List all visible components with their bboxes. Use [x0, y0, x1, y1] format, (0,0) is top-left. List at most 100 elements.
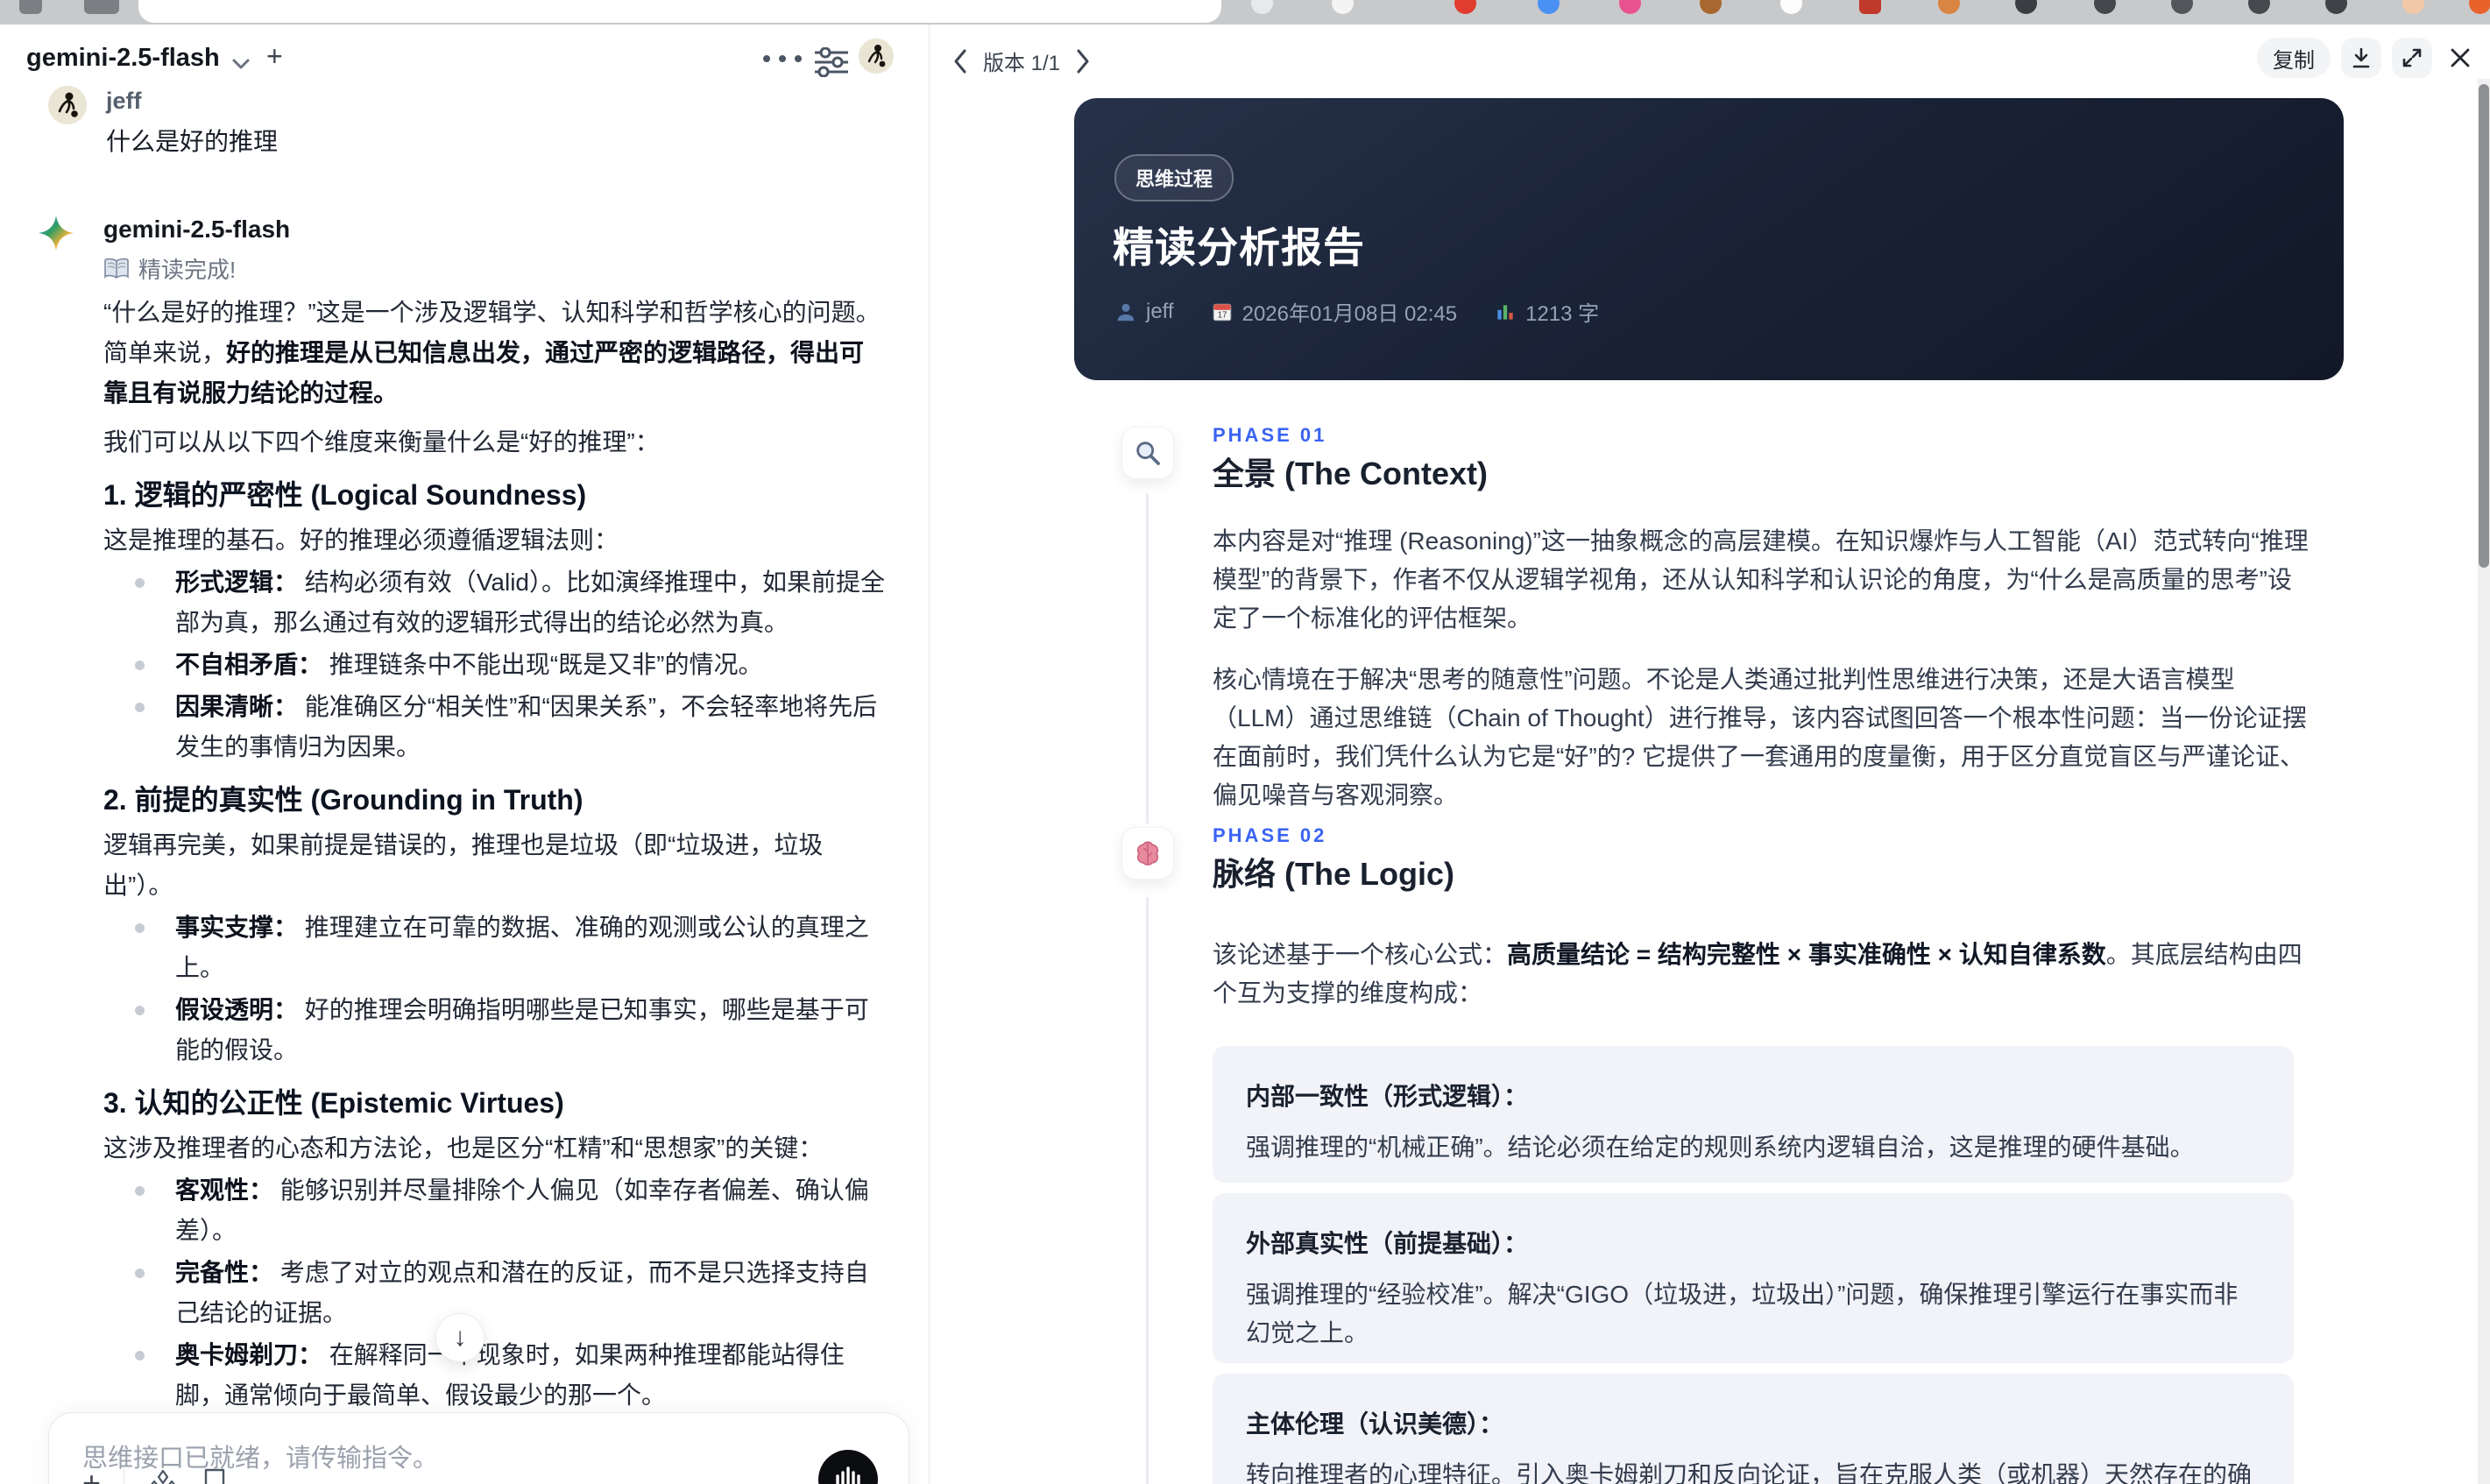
extension-flame-icon[interactable]	[2469, 0, 2490, 14]
chevron-right-icon[interactable]	[1074, 48, 1092, 74]
report-word-count: 1213 字	[1494, 296, 1599, 327]
phase-2-label: PHASE 02	[1213, 824, 1327, 846]
extension-pink-icon[interactable]	[1619, 0, 1641, 14]
card-title: 主体伦理（认识美德）：	[1246, 1410, 1504, 1438]
user-message-text: 什么是好的推理	[106, 128, 279, 155]
phase-1-title: 全景 (The Context)	[1213, 456, 1488, 491]
assistant-status-text: 精读完成!	[138, 257, 237, 283]
report-toolbar: 复制	[2257, 38, 2478, 78]
more-options-icon[interactable]	[760, 53, 804, 65]
phase-1-body: 本内容是对“推理 (Reasoning)”这一抽象概念的高层建模。在知识爆炸与人…	[1213, 527, 2309, 809]
bar-chart-icon	[1497, 304, 1513, 320]
brain-icon	[1136, 841, 1159, 866]
extension-icon[interactable]	[1251, 0, 1273, 14]
person-icon	[1117, 303, 1135, 321]
section-heading-3: 3. 认知的公正性 (Epistemic Virtues)	[103, 1087, 564, 1119]
chat-panel: gemini-2.5-flash + jeff 什么是好的推理 gemini-2…	[0, 25, 930, 1484]
extension-mask-icon[interactable]	[1332, 0, 1354, 14]
report-panel: 版本 1/1 复制 思维过程 精读分析报告 jeff 17 2026年01月08…	[930, 25, 2490, 1484]
bullet-dot-icon	[135, 1006, 145, 1015]
assistant-message-author: gemini-2.5-flash	[103, 216, 291, 243]
copy-button[interactable]: 复制	[2257, 38, 2331, 78]
bullet-dot-icon	[135, 1268, 145, 1278]
intro-paragraph: “什么是好的推理？”这是一个涉及逻辑学、认知科学和哲学核心的问题。简单来说，好的…	[103, 299, 881, 406]
bookmark-icon[interactable]	[202, 1467, 228, 1484]
extension-pen-icon[interactable]	[2171, 0, 2193, 14]
waveform-icon	[836, 1466, 860, 1484]
logic-card-2: 外部真实性（前提基础）： 强调推理的“经验校准”。解决“GIGO（垃圾进，垃圾出…	[1213, 1193, 2294, 1363]
extension-split-icon[interactable]	[2094, 0, 2116, 14]
section-heading-2: 2. 前提的真实性 (Grounding in Truth)	[103, 784, 584, 816]
report-date: 17 2026年01月08日 02:45	[1211, 296, 1457, 327]
expand-icon	[2402, 48, 2422, 67]
card-title: 内部一致性（形式逻辑）：	[1246, 1083, 1529, 1110]
chevron-left-icon[interactable]	[951, 48, 969, 74]
bullet-dot-icon	[135, 578, 145, 588]
card-title: 外部真实性（前提基础）：	[1246, 1230, 1529, 1257]
settings-sliders-icon[interactable]	[813, 47, 850, 77]
logic-card-3: 主体伦理（认识美德）： 转向推理者的心理特征。引入奥卡姆剃刀和反向论证，旨在克服…	[1213, 1374, 2294, 1484]
user-message-author: jeff	[106, 88, 142, 114]
browser-apps-grid-icon	[84, 0, 119, 14]
extension-clock-icon[interactable]	[2248, 0, 2270, 14]
list-item: 完备性： 考虑了对立的观点和潜在的反证，而不是只选择支持自己结论的证据。	[103, 1253, 886, 1333]
extension-sphere-icon[interactable]	[1700, 0, 1722, 14]
phase-1-label: PHASE 01	[1213, 424, 1327, 446]
extension-orange-sphere-icon[interactable]	[1938, 0, 1960, 14]
report-document: 思维过程 精读分析报告 jeff 17 2026年01月08日 02:45 12…	[1074, 98, 2344, 1484]
card-text: 强调推理的“机械正确”。结论必须在给定的规则系统内逻辑自洽，这是推理的硬件基础。	[1246, 1134, 2195, 1161]
model-selector[interactable]: gemini-2.5-flash	[26, 44, 220, 73]
bullet-dot-icon	[135, 1351, 145, 1360]
calendar-icon: 17	[1213, 303, 1231, 321]
timeline-connector	[1146, 897, 1149, 1484]
version-nav: 版本 1/1	[951, 46, 1092, 76]
list-item: 因果清晰： 能准确区分“相关性”和“因果关系”，不会轻率地将先后发生的事情归为因…	[103, 687, 886, 767]
phase-2-icon-box	[1121, 827, 1174, 880]
user-avatar[interactable]	[859, 39, 894, 74]
new-chat-button[interactable]: +	[266, 40, 283, 73]
extension-shield-icon[interactable]	[1454, 0, 1476, 14]
card-text: 转向推理者的心理特征。引入奥卡姆剃刀和反向论证，旨在克服人类（或机器）天然存在的…	[1246, 1461, 2253, 1484]
bullet-dot-icon	[135, 661, 145, 670]
download-button[interactable]	[2341, 38, 2381, 78]
sparkle-diamonds-icon[interactable]	[147, 1467, 179, 1484]
scrollbar-thumb[interactable]	[2479, 84, 2489, 568]
svg-text:17: 17	[1217, 310, 1227, 320]
address-bar[interactable]	[138, 0, 1221, 23]
close-icon	[2451, 48, 2470, 67]
section-lead-3: 这涉及推理者的心态和方法论，也是区分“杠精”和“思想家”的关键：	[103, 1134, 824, 1162]
extension-grid-icon[interactable]	[2325, 0, 2347, 14]
assistant-status: 精读完成!	[103, 252, 236, 285]
list-item: 假设透明： 好的推理会明确指明哪些是已知事实，哪些是基于可能的假设。	[103, 990, 886, 1071]
bullet-dot-icon	[135, 1186, 145, 1196]
report-meta: jeff 17 2026年01月08日 02:45 1213 字	[1114, 296, 1599, 327]
chevron-down-icon[interactable]	[230, 56, 252, 72]
extension-panda-icon[interactable]	[1780, 0, 1802, 14]
message-composer[interactable]: 思维接口已就绪，请传输指令。 +	[48, 1412, 909, 1484]
download-icon	[2352, 47, 2370, 68]
extension-blue-icon[interactable]	[1538, 0, 1560, 14]
report-title: 精读分析报告	[1113, 224, 1365, 271]
voice-input-button[interactable]	[818, 1450, 878, 1484]
intro-paragraph-2: 我们可以从以下四个维度来衡量什么是“好的推理”：	[103, 428, 660, 456]
attach-plus-icon[interactable]: +	[82, 1467, 101, 1484]
scroll-to-bottom-button[interactable]: ↓	[435, 1313, 485, 1362]
browser-toolbar-fragment-icon	[19, 0, 42, 14]
profile-avatar-icon[interactable]	[2402, 0, 2424, 14]
phase-2-lead: 该论述基于一个核心公式：高质量结论 = 结构完整性 × 事实准确性 × 认知自律…	[1213, 941, 2303, 1007]
user-message-avatar	[48, 86, 87, 124]
expand-button[interactable]	[2392, 38, 2432, 78]
card-text: 强调推理的“经验校准”。解决“GIGO（垃圾进，垃圾出）”问题，确保推理引擎运行…	[1246, 1281, 2239, 1346]
close-button[interactable]	[2443, 38, 2478, 78]
extension-red-square-icon[interactable]	[1859, 0, 1881, 14]
bullet-dot-icon	[135, 923, 145, 933]
report-badge: 思维过程	[1114, 154, 1234, 201]
bullet-dot-icon	[135, 703, 145, 712]
arrow-down-icon: ↓	[453, 1323, 467, 1352]
magnifier-icon	[1136, 442, 1160, 465]
section-lead-1: 这是推理的基石。好的推理必须遵循逻辑法则：	[103, 526, 619, 554]
extension-tool-icon[interactable]	[2015, 0, 2037, 14]
version-label: 版本 1/1	[983, 52, 1061, 75]
list-item: 事实支撑： 推理建立在可靠的数据、准确的观测或公认的真理之上。	[103, 908, 886, 988]
logic-card-1: 内部一致性（形式逻辑）： 强调推理的“机械正确”。结论必须在给定的规则系统内逻辑…	[1213, 1046, 2294, 1183]
